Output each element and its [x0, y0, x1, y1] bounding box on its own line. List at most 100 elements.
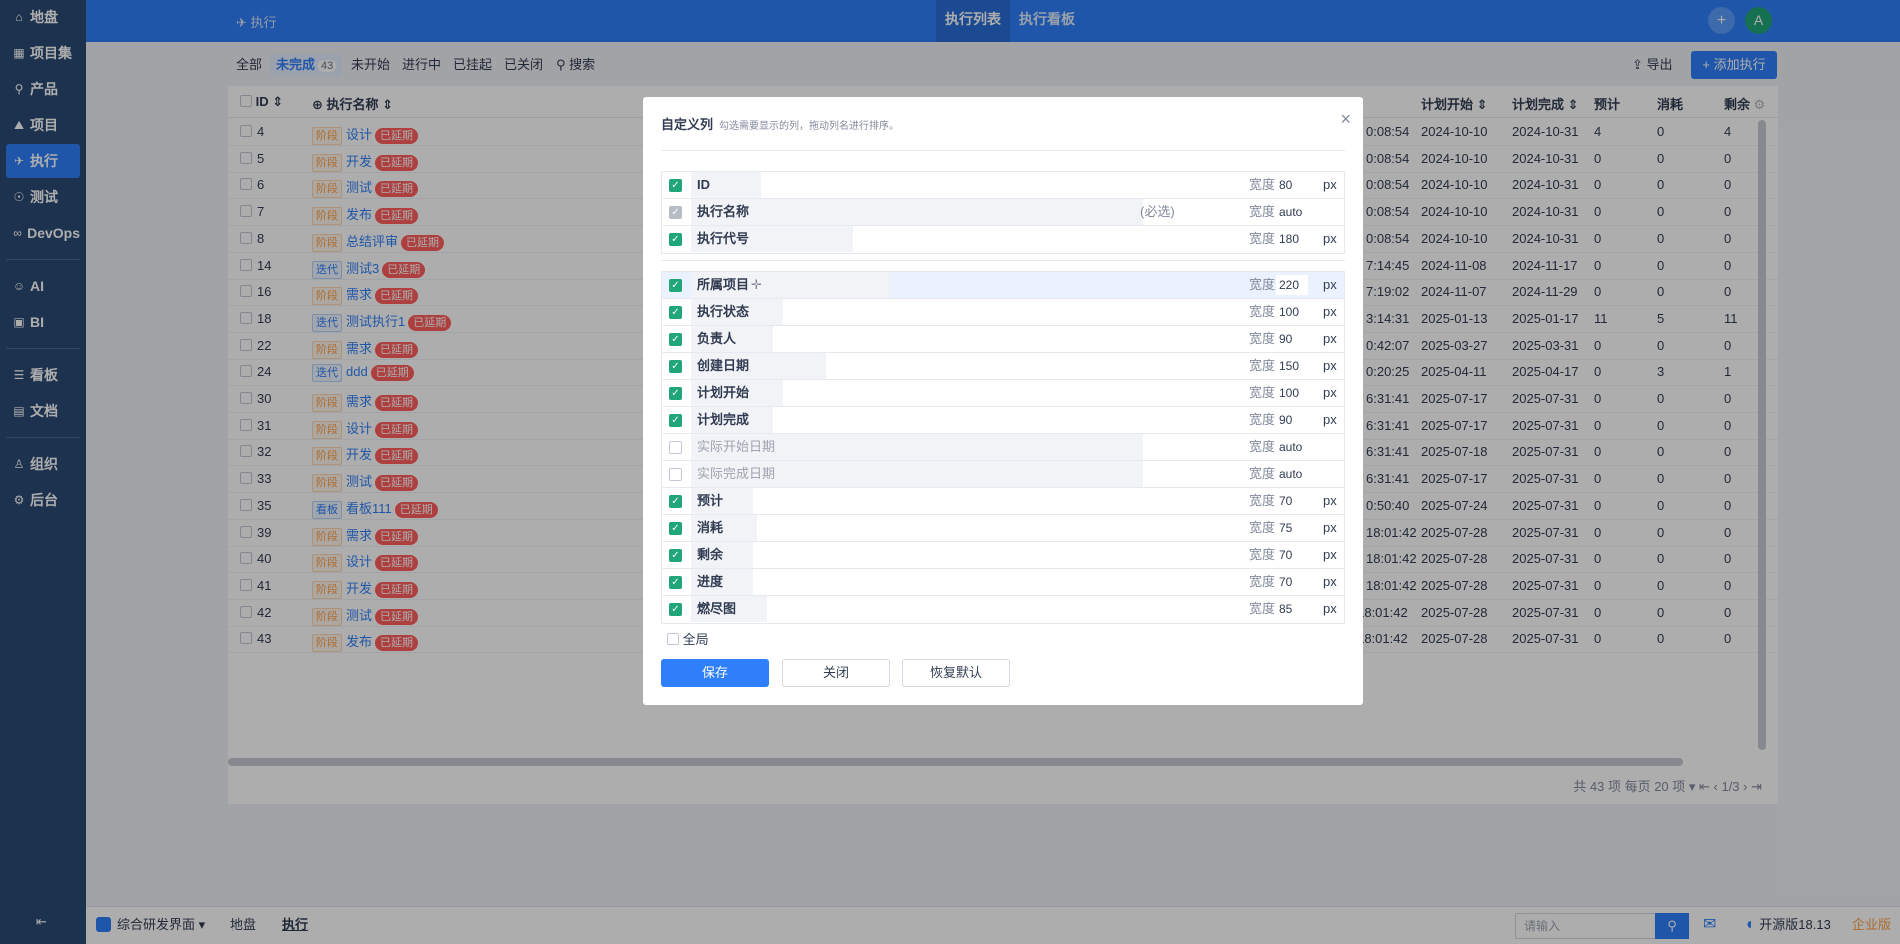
width-unit: px	[1323, 574, 1337, 589]
column-width-input[interactable]	[1276, 437, 1308, 457]
column-name-label: 预计	[697, 493, 724, 508]
move-icon[interactable]: ✛	[751, 277, 762, 292]
column-name[interactable]: 实际开始日期	[691, 434, 1143, 460]
column-name[interactable]: 进度	[691, 569, 753, 595]
close-icon[interactable]: ×	[1340, 109, 1351, 130]
custom-columns-dialog: 自定义列勾选需要显示的列，拖动列名进行排序。 × ✓ ID 宽度 px ✓ 执行名称 (必选…	[643, 97, 1363, 705]
column-option-row[interactable]: ✓ 执行状态 宽度 px	[662, 299, 1344, 326]
column-name-label: 消耗	[697, 520, 724, 535]
column-name[interactable]: 执行状态	[691, 299, 783, 325]
column-width-input[interactable]	[1276, 329, 1308, 349]
column-name[interactable]: 负责人	[691, 326, 773, 352]
column-width-input[interactable]	[1276, 464, 1308, 484]
width-label: 宽度	[1249, 331, 1276, 346]
column-checkbox[interactable]: ✓	[669, 360, 682, 373]
column-checkbox[interactable]: ✓	[669, 387, 682, 400]
column-width-input[interactable]	[1276, 491, 1308, 511]
column-option-row[interactable]: ✓ 所属项目✛ 宽度 px	[662, 272, 1344, 299]
column-width-input[interactable]	[1276, 545, 1308, 565]
column-name-label: 计划开始	[697, 385, 750, 400]
column-checkbox[interactable]: ✓	[669, 179, 682, 192]
column-option-row[interactable]: ✓ ID 宽度 px	[662, 172, 1344, 199]
dialog-hint: 勾选需要显示的列，拖动列名进行排序。	[719, 121, 900, 132]
divider	[661, 150, 1345, 151]
width-unit: px	[1323, 177, 1337, 192]
column-checkbox[interactable]: ✓	[669, 522, 682, 535]
column-name-label: 燃尽图	[697, 601, 737, 616]
column-checkbox[interactable]: ✓	[669, 279, 682, 292]
column-name[interactable]: 创建日期	[691, 353, 826, 379]
column-name[interactable]: 燃尽图	[691, 596, 767, 622]
column-name[interactable]: 执行名称	[691, 199, 1143, 225]
column-name[interactable]: ID	[691, 172, 761, 198]
width-unit: px	[1323, 304, 1337, 319]
column-option-row[interactable]: ✓ 消耗 宽度 px	[662, 515, 1344, 542]
column-checkbox[interactable]: ✓	[669, 414, 682, 427]
column-checkbox[interactable]: ✓	[669, 333, 682, 346]
dialog-title-label: 自定义列	[661, 117, 714, 132]
column-width-input[interactable]	[1276, 175, 1308, 195]
column-name[interactable]: 消耗	[691, 515, 757, 541]
column-option-row[interactable]: 实际开始日期 宽度	[662, 434, 1344, 461]
reset-default-button[interactable]: 恢复默认	[902, 659, 1010, 687]
global-checkbox[interactable]	[667, 633, 679, 645]
column-name[interactable]: 计划开始	[691, 380, 783, 406]
column-option-row[interactable]: ✓ 燃尽图 宽度 px	[662, 596, 1344, 623]
column-width-input[interactable]	[1276, 302, 1308, 322]
width-unit: px	[1323, 547, 1337, 562]
column-option-row[interactable]: ✓ 预计 宽度 px	[662, 488, 1344, 515]
column-name[interactable]: 实际完成日期	[691, 461, 1143, 487]
width-label: 宽度	[1249, 231, 1276, 246]
column-width-input[interactable]	[1276, 410, 1308, 430]
column-checkbox[interactable]: ✓	[669, 306, 682, 319]
width-label: 宽度	[1249, 466, 1276, 481]
column-width-input[interactable]	[1276, 518, 1308, 538]
column-checkbox[interactable]: ✓	[669, 233, 682, 246]
column-name-label: 所属项目	[697, 277, 750, 292]
column-width-input[interactable]	[1276, 229, 1308, 249]
column-name-label: 负责人	[697, 331, 737, 346]
column-option-row[interactable]: ✓ 负责人 宽度 px	[662, 326, 1344, 353]
width-unit: px	[1323, 358, 1337, 373]
column-checkbox[interactable]	[669, 441, 682, 454]
column-checkbox[interactable]: ✓	[669, 495, 682, 508]
column-name[interactable]: 执行代号	[691, 226, 853, 252]
column-checkbox: ✓	[669, 206, 682, 219]
column-option-row[interactable]: ✓ 计划完成 宽度 px	[662, 407, 1344, 434]
fixed-columns-group: ✓ ID 宽度 px ✓ 执行名称 (必选) 宽度 ✓ 执行代号 宽度 px	[661, 171, 1345, 254]
width-unit: px	[1323, 277, 1337, 292]
column-name[interactable]: 剩余	[691, 542, 753, 568]
column-name[interactable]: 所属项目 ✛	[691, 272, 889, 298]
column-name[interactable]: 预计	[691, 488, 753, 514]
column-width-input[interactable]	[1276, 275, 1308, 295]
column-option-row[interactable]: ✓ 进度 宽度 px	[662, 569, 1344, 596]
column-option-row[interactable]: ✓ 执行名称 (必选) 宽度	[662, 199, 1344, 226]
column-option-row[interactable]: ✓ 计划开始 宽度 px	[662, 380, 1344, 407]
column-name-label: 计划完成	[697, 412, 750, 427]
column-checkbox[interactable]: ✓	[669, 576, 682, 589]
column-checkbox[interactable]	[669, 468, 682, 481]
width-label: 宽度	[1249, 204, 1276, 219]
column-width-input[interactable]	[1276, 599, 1308, 619]
column-option-row[interactable]: ✓ 创建日期 宽度 px	[662, 353, 1344, 380]
width-label: 宽度	[1249, 493, 1276, 508]
column-width-input[interactable]	[1276, 383, 1308, 403]
save-button[interactable]: 保存	[661, 659, 769, 687]
column-checkbox[interactable]: ✓	[669, 603, 682, 616]
divider	[661, 260, 1345, 261]
column-name[interactable]: 计划完成	[691, 407, 773, 433]
required-label: (必选)	[1140, 204, 1175, 219]
width-label: 宽度	[1249, 439, 1276, 454]
column-width-input[interactable]	[1276, 202, 1308, 222]
column-name-label: 执行代号	[697, 231, 750, 246]
column-checkbox[interactable]: ✓	[669, 549, 682, 562]
width-unit: px	[1323, 520, 1337, 535]
column-option-row[interactable]: ✓ 剩余 宽度 px	[662, 542, 1344, 569]
column-width-input[interactable]	[1276, 356, 1308, 376]
scroll-columns-group: ✓所属项目✛宽度px✓执行状态宽度px✓负责人宽度px✓创建日期宽度px✓计划开…	[661, 271, 1345, 624]
column-width-input[interactable]	[1276, 572, 1308, 592]
column-option-row[interactable]: ✓ 执行代号 宽度 px	[662, 226, 1344, 253]
column-option-row[interactable]: 实际完成日期 宽度	[662, 461, 1344, 488]
global-option[interactable]: 全局	[667, 629, 709, 648]
close-button[interactable]: 关闭	[782, 659, 890, 687]
